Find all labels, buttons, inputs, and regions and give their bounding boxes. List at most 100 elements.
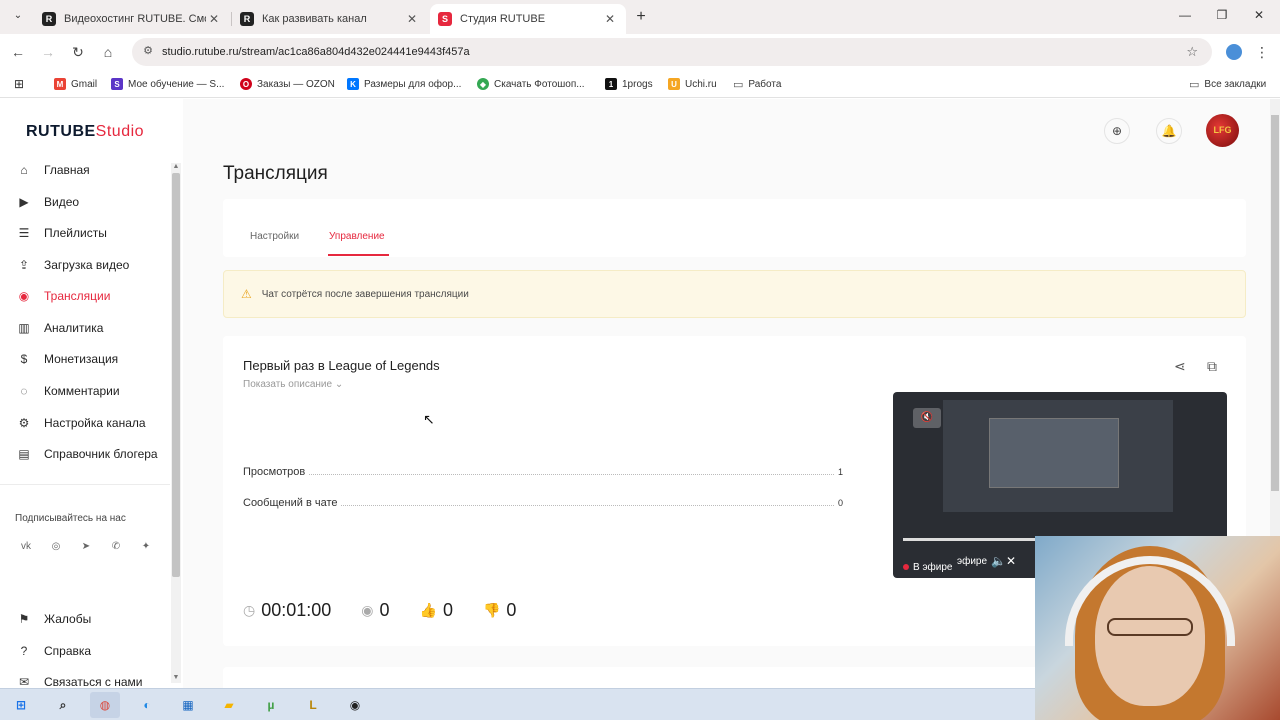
scroll-up-arrow-icon[interactable]: ▲ xyxy=(171,163,181,170)
bookmark-star-icon[interactable]: ☆ xyxy=(1186,44,1198,60)
home-page-icon[interactable]: ⌂ xyxy=(98,42,118,62)
live-label: В эфире xyxy=(913,562,953,573)
bookmark-photoshop[interactable]: ◆ Скачать Фотошоп... xyxy=(477,76,585,92)
close-window-icon[interactable]: ✕ xyxy=(1244,8,1274,22)
windows-start-icon[interactable]: ⊞ xyxy=(6,692,36,718)
tab-management[interactable]: Управление xyxy=(329,231,385,242)
dislikes-metric: 👎 0 xyxy=(483,600,516,621)
close-tab-icon[interactable]: ✕ xyxy=(206,12,222,26)
mouse-cursor-icon: ↖ xyxy=(423,411,435,427)
sidebar-item-blogger-guide[interactable]: ▤ Справочник блогера xyxy=(16,443,157,465)
close-tab-icon[interactable]: ✕ xyxy=(404,12,420,26)
bookmark-learning[interactable]: S Мое обучение — S... xyxy=(111,76,224,92)
avatar[interactable]: LFG xyxy=(1206,114,1239,147)
player-progress-bar[interactable] xyxy=(903,538,1035,541)
new-tab-plus-icon[interactable]: + xyxy=(632,8,650,26)
telegram-icon[interactable]: ➤ xyxy=(76,537,96,557)
skillbox-icon: S xyxy=(111,78,123,90)
clock-icon: ◷ xyxy=(243,602,256,618)
search-icon[interactable]: ⌕ xyxy=(48,692,78,718)
scroll-down-arrow-icon[interactable]: ▼ xyxy=(171,674,181,681)
bookmarks-bar: ⊞ M Gmail S Мое обучение — S... O Заказы… xyxy=(0,70,1280,98)
show-description-toggle[interactable]: Показать описание ⌄ xyxy=(243,379,343,390)
bookmark-sizes[interactable]: K Размеры для офор... xyxy=(347,76,461,92)
apps-grid-icon[interactable]: ⊞ xyxy=(14,76,24,92)
browser-menu-icon[interactable]: ⋮ xyxy=(1252,42,1272,62)
duration-value: 00:01:00 xyxy=(261,600,332,620)
chat-warning-alert: ⚠ Чат сотрётся после завершения трансляц… xyxy=(223,270,1246,318)
sidebar-item-label: Видео xyxy=(44,195,80,209)
bookmark-gmail[interactable]: M Gmail xyxy=(54,76,97,92)
extension-icon[interactable] xyxy=(1226,44,1242,60)
sidebar-item-help[interactable]: ? Справка xyxy=(16,640,91,662)
ok-icon[interactable]: ◎ xyxy=(46,537,66,557)
all-bookmarks-button[interactable]: ▭ Все закладки xyxy=(1189,76,1266,92)
bookmark-folder-work[interactable]: ▭ Работа xyxy=(733,76,781,92)
reload-icon[interactable]: ↻ xyxy=(68,42,88,62)
add-content-icon[interactable]: ⊕ xyxy=(1104,118,1130,144)
sidebar-item-comments[interactable]: ◌ Комментарии xyxy=(16,380,119,402)
browser-toolbar: ← → ↻ ⌂ ⚙ studio.rutube.ru/stream/ac1ca8… xyxy=(0,34,1280,70)
sidebar-item-playlists[interactable]: ☰ Плейлисты xyxy=(16,222,107,244)
edge-icon[interactable]: ◐ xyxy=(132,692,162,718)
chrome-icon[interactable]: ◍ xyxy=(90,692,120,718)
warning-icon: ⚠ xyxy=(241,287,252,301)
book-icon: ▤ xyxy=(18,447,30,461)
webcam-overlay xyxy=(1035,536,1280,720)
minimize-window-icon[interactable]: — xyxy=(1170,8,1200,22)
address-bar[interactable]: ⚙ studio.rutube.ru/stream/ac1ca86a804d43… xyxy=(132,38,1212,66)
analytics-icon: ▥ xyxy=(18,321,30,335)
sidebar-item-contact[interactable]: ✉ Связаться с нами xyxy=(16,671,143,688)
restore-window-icon[interactable]: ❐ xyxy=(1207,8,1237,22)
page-scrollbar-thumb[interactable] xyxy=(1271,115,1279,491)
bookmark-label: Gmail xyxy=(71,78,98,90)
browser-tab-rutube-home[interactable]: R Видеохостинг RUTUBE. Смотр ✕ xyxy=(34,4,230,34)
ozon-icon: O xyxy=(240,78,252,90)
tab-search-icon[interactable]: ⌄ xyxy=(9,7,27,25)
sidebar-item-complaints[interactable]: ⚑ Жалобы xyxy=(16,608,92,630)
browser-tab-label: Студия RUTUBE xyxy=(460,13,546,25)
store-icon[interactable]: ▦ xyxy=(173,692,203,718)
sidebar-item-label: Трансляции xyxy=(44,289,111,303)
rutube-favicon-icon: R xyxy=(240,12,254,26)
close-tab-icon[interactable]: ✕ xyxy=(602,12,618,26)
sidebar-item-upload[interactable]: ⇪ Загрузка видео xyxy=(16,254,129,276)
browser-tab-channel-growth[interactable]: R Как развивать канал ✕ xyxy=(232,4,428,34)
vk-icon[interactable]: vk xyxy=(16,537,36,557)
bookmark-label: Заказы — OZON xyxy=(257,78,335,90)
back-arrow-icon[interactable]: ← xyxy=(8,42,28,62)
muted-icon[interactable]: 🔇 xyxy=(913,408,941,428)
file-explorer-icon[interactable]: ▰ xyxy=(214,692,244,718)
site-info-icon[interactable]: ⚙ xyxy=(140,44,156,60)
sidebar-item-home[interactable]: ⌂ Главная xyxy=(16,159,89,181)
sidebar-scrollbar-thumb[interactable] xyxy=(172,173,180,577)
sidebar-item-channel-settings[interactable]: ⚙ Настройка канала xyxy=(16,412,146,434)
viber-icon[interactable]: ✆ xyxy=(106,537,126,557)
zen-icon[interactable]: ✦ xyxy=(136,537,156,557)
views-stat-row: Просмотров 1 xyxy=(243,466,843,482)
open-external-icon[interactable]: ⧉ xyxy=(1207,358,1217,375)
bookmark-uchi[interactable]: U Uchi.ru xyxy=(668,76,717,92)
sidebar-item-broadcasts[interactable]: ◉ Трансляции xyxy=(16,285,111,307)
dislikes-value: 0 xyxy=(506,600,517,620)
bell-icon[interactable]: 🔔 xyxy=(1156,118,1182,144)
volume-mute-icon[interactable]: 🔈✕ xyxy=(991,554,1016,568)
bookmark-1progs[interactable]: 1 1progs xyxy=(605,76,653,92)
tab-settings[interactable]: Настройки xyxy=(250,231,299,242)
live-label-overlay: эфире xyxy=(957,556,988,567)
1progs-icon: 1 xyxy=(605,78,617,90)
sidebar-item-monetization[interactable]: $ Монетизация xyxy=(16,348,119,370)
league-of-legends-icon[interactable]: L xyxy=(298,692,328,718)
obs-icon[interactable]: ◉ xyxy=(340,692,370,718)
sidebar-item-label: Жалобы xyxy=(44,612,92,626)
sidebar-item-video[interactable]: ▶ Видео xyxy=(16,191,79,213)
bookmark-ozon[interactable]: O Заказы — OZON xyxy=(240,76,335,92)
forward-arrow-icon[interactable]: → xyxy=(38,42,58,62)
rutube-studio-logo[interactable]: RUTUBEStudio xyxy=(26,123,144,141)
sidebar-item-label: Загрузка видео xyxy=(44,258,130,272)
utorrent-icon[interactable]: µ xyxy=(256,692,286,718)
share-icon[interactable]: ⋖ xyxy=(1174,358,1186,375)
browser-tab-studio[interactable]: S Студия RUTUBE ✕ xyxy=(430,4,626,34)
url-text[interactable]: studio.rutube.ru/stream/ac1ca86a804d432e… xyxy=(162,46,470,58)
sidebar-item-analytics[interactable]: ▥ Аналитика xyxy=(16,317,103,339)
